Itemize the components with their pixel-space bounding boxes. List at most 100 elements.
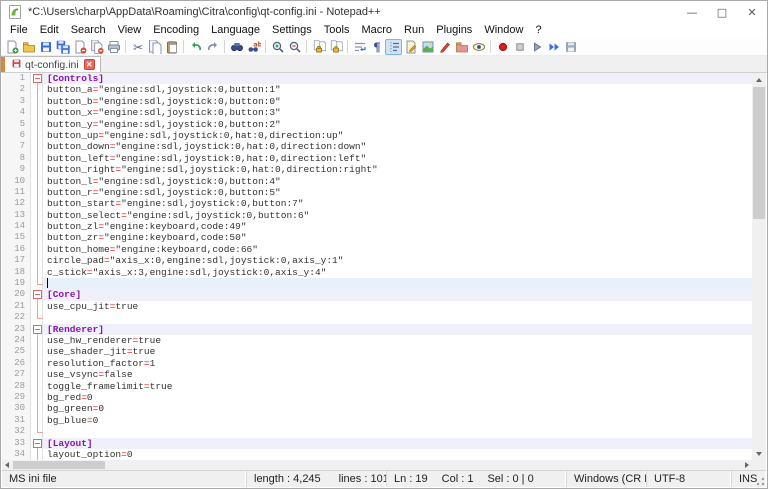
macro-run-multiple-button[interactable] [545, 39, 562, 55]
editor-line-9[interactable]: 9button_right="engine:sdl,joystick:0,hat… [2, 164, 752, 175]
save-file-button[interactable] [37, 39, 54, 55]
function-list-button[interactable] [436, 39, 453, 55]
editor-line-25[interactable]: 25use_shader_jit=true [2, 346, 752, 357]
editor-line-2[interactable]: 2button_a="engine:sdl,joystick:0,button:… [2, 84, 752, 95]
menu-file[interactable]: File [4, 23, 34, 38]
fold-collapse-icon[interactable] [30, 289, 43, 300]
undo-button[interactable] [187, 39, 204, 55]
editor-line-7[interactable]: 7button_down="engine:sdl,joystick:0,hat:… [2, 141, 752, 152]
menu-run[interactable]: Run [398, 23, 430, 38]
editor-lines[interactable]: 1[Controls]2button_a="engine:sdl,joystic… [2, 73, 752, 460]
editor-line-24[interactable]: 24use_hw_renderer=true [2, 335, 752, 346]
editor-line-27[interactable]: 27use_vsync=false [2, 369, 752, 380]
macro-save-button[interactable] [562, 39, 579, 55]
close-file-button[interactable] [71, 39, 88, 55]
menu-search[interactable]: Search [65, 23, 112, 38]
horizontal-scroll-thumb[interactable] [13, 461, 105, 469]
editor-line-13[interactable]: 13button_select="engine:sdl,joystick:0,b… [2, 210, 752, 221]
menu-plugins[interactable]: Plugins [430, 23, 478, 38]
editor-line-4[interactable]: 4button_x="engine:sdl,joystick:0,button:… [2, 107, 752, 118]
scroll-left-arrow-icon[interactable] [2, 460, 12, 470]
fold-collapse-icon[interactable] [30, 324, 43, 335]
editor-line-21[interactable]: 21use_cpu_jit=true [2, 301, 752, 312]
scroll-down-arrow-icon[interactable] [752, 447, 766, 460]
show-all-characters-button[interactable]: ¶ [368, 39, 385, 55]
scroll-up-arrow-icon[interactable] [752, 73, 766, 86]
folder-as-workspace-button[interactable] [453, 39, 470, 55]
minimize-button[interactable]: — [677, 1, 707, 23]
editor-line-31[interactable]: 31bg_blue=0 [2, 415, 752, 426]
monitoring-eye-button[interactable] [470, 39, 487, 55]
fold-collapse-icon[interactable] [30, 438, 43, 449]
editor-line-16[interactable]: 16button_home="engine:keyboard,code:66" [2, 244, 752, 255]
maximize-button[interactable]: □ [707, 1, 737, 23]
fold-collapse-icon[interactable] [30, 73, 43, 84]
editor-line-3[interactable]: 3button_b="engine:sdl,joystick:0,button:… [2, 96, 752, 107]
editor-line-20[interactable]: 20[Core] [2, 289, 752, 300]
menu-tools[interactable]: Tools [318, 23, 356, 38]
editor-line-33[interactable]: 33[Layout] [2, 438, 752, 449]
tab-qt-config.ini[interactable]: qt-config.ini✕ [1, 56, 101, 72]
editor-line-10[interactable]: 10button_l="engine:sdl,joystick:0,button… [2, 176, 752, 187]
editor-line-18[interactable]: 18c_stick="axis_x:3,engine:sdl,joystick:… [2, 267, 752, 278]
user-defined-language-button[interactable] [402, 39, 419, 55]
menu-edit[interactable]: Edit [34, 23, 65, 38]
editor-line-34[interactable]: 34layout_option=0 [2, 449, 752, 460]
menu-settings[interactable]: Settings [266, 23, 318, 38]
editor-line-30[interactable]: 30bg_green=0 [2, 403, 752, 414]
find-button[interactable] [228, 39, 245, 55]
replace-button[interactable]: ab [245, 39, 262, 55]
redo-button[interactable] [204, 39, 221, 55]
show-indent-guide-button[interactable] [385, 39, 402, 55]
editor-line-1[interactable]: 1[Controls] [2, 73, 752, 84]
macro-record-button[interactable] [494, 39, 511, 55]
macro-play-button[interactable] [528, 39, 545, 55]
vertical-scrollbar[interactable] [752, 73, 766, 460]
close-all-button[interactable] [88, 39, 105, 55]
editor-line-17[interactable]: 17circle_pad="axis_x:0,engine:sdl,joysti… [2, 255, 752, 266]
sync-vertical-scroll-button[interactable] [310, 39, 327, 55]
paste-button[interactable] [163, 39, 180, 55]
menu-window[interactable]: Window [478, 23, 529, 38]
zoom-in-button[interactable] [269, 39, 286, 55]
editor-line-15[interactable]: 15button_zr="engine:keyboard,code:50" [2, 232, 752, 243]
word-wrap-button[interactable] [351, 39, 368, 55]
sync-horizontal-scroll-button[interactable] [327, 39, 344, 55]
editor-line-23[interactable]: 23[Renderer] [2, 324, 752, 335]
editor-line-29[interactable]: 29bg_red=0 [2, 392, 752, 403]
tab-close-icon[interactable]: ✕ [84, 59, 95, 70]
macro-stop-button[interactable] [511, 39, 528, 55]
vertical-scroll-thumb[interactable] [753, 87, 765, 219]
menu-macro[interactable]: Macro [355, 23, 398, 38]
menu-language[interactable]: Language [205, 23, 266, 38]
menu-view[interactable]: View [112, 23, 148, 38]
notepadpp-window: *C:\Users\charp\AppData\Roaming\Citra\co… [0, 0, 768, 489]
editor-line-26[interactable]: 26resolution_factor=1 [2, 358, 752, 369]
editor-line-6[interactable]: 6button_up="engine:sdl,joystick:0,hat:0,… [2, 130, 752, 141]
close-button[interactable]: ✕ [737, 1, 767, 23]
editor-line-22[interactable]: 22 [2, 312, 752, 323]
status-eol-format[interactable]: Windows (CR LF) [567, 471, 647, 487]
editor-line-14[interactable]: 14button_zl="engine:keyboard,code:49" [2, 221, 752, 232]
editor-line-8[interactable]: 8button_left="engine:sdl,joystick:0,hat:… [2, 153, 752, 164]
open-file-button[interactable] [20, 39, 37, 55]
editor-line-11[interactable]: 11button_r="engine:sdl,joystick:0,button… [2, 187, 752, 198]
scroll-right-arrow-icon[interactable] [742, 460, 752, 470]
editor-line-19[interactable]: 19 [2, 278, 752, 289]
editor-line-28[interactable]: 28toggle_framelimit=true [2, 381, 752, 392]
cut-button[interactable]: ✂ [129, 39, 146, 55]
zoom-out-button[interactable] [286, 39, 303, 55]
print-button[interactable] [105, 39, 122, 55]
horizontal-scrollbar[interactable] [2, 460, 752, 470]
new-file-button[interactable] [3, 39, 20, 55]
menu-help[interactable]: ? [529, 23, 547, 38]
resize-grip[interactable] [753, 474, 766, 487]
menu-encoding[interactable]: Encoding [147, 23, 205, 38]
status-encoding[interactable]: UTF-8 [647, 471, 732, 487]
copy-button[interactable] [146, 39, 163, 55]
editor-line-12[interactable]: 12button_start="engine:sdl,joystick:0,bu… [2, 198, 752, 209]
document-map-button[interactable] [419, 39, 436, 55]
editor-line-5[interactable]: 5button_y="engine:sdl,joystick:0,button:… [2, 119, 752, 130]
editor-line-32[interactable]: 32 [2, 426, 752, 437]
save-all-button[interactable] [54, 39, 71, 55]
